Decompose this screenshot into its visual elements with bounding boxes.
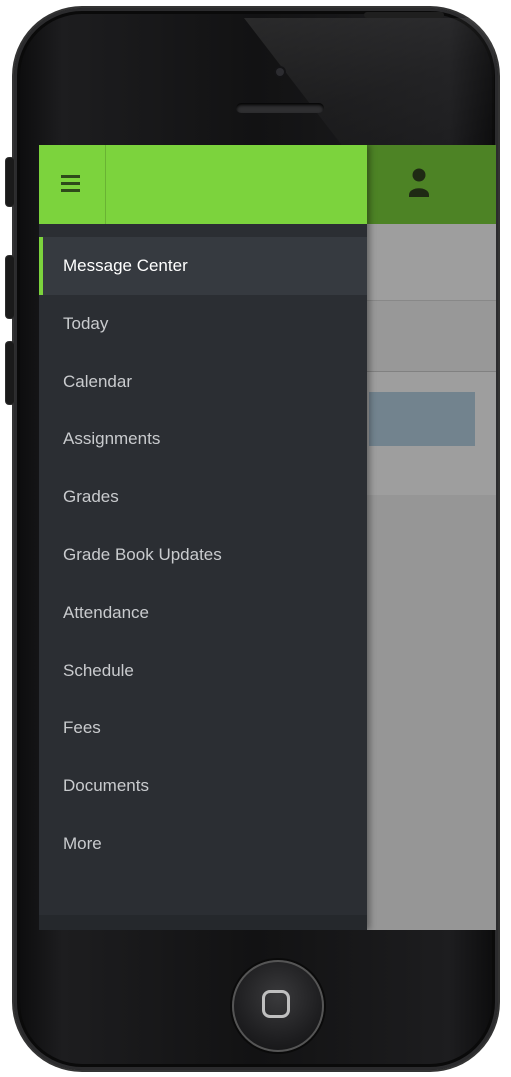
menu-bar: [61, 175, 80, 178]
menu-bar: [61, 189, 80, 192]
user-icon[interactable]: [408, 167, 430, 199]
nav-list: Message Center Today Calendar Assignment…: [39, 237, 367, 873]
nav-item-more[interactable]: More: [39, 815, 367, 873]
power-button: [364, 12, 444, 18]
drawer-header: [39, 145, 367, 224]
hamburger-menu-icon[interactable]: [39, 145, 106, 224]
nav-item-calendar[interactable]: Calendar: [39, 353, 367, 411]
nav-item-grades[interactable]: Grades: [39, 468, 367, 526]
volume-down-button: [6, 342, 14, 404]
volume-up-button: [6, 256, 14, 318]
nav-item-message-center[interactable]: Message Center: [39, 237, 367, 295]
nav-item-attendance[interactable]: Attendance: [39, 584, 367, 642]
nav-item-schedule[interactable]: Schedule: [39, 642, 367, 700]
nav-item-documents[interactable]: Documents: [39, 757, 367, 815]
front-camera-icon: [276, 68, 284, 76]
mute-switch: [6, 158, 14, 206]
home-square: [262, 990, 290, 1018]
earpiece-speaker: [236, 103, 324, 113]
menu-bar: [61, 182, 80, 185]
glare: [244, 18, 494, 148]
nav-item-assignments[interactable]: Assignments: [39, 410, 367, 468]
nav-item-today[interactable]: Today: [39, 295, 367, 353]
drawer-footer: [39, 915, 367, 930]
phone-screen: Message Center Today Calendar Assignment…: [39, 145, 496, 930]
nav-item-grade-book-updates[interactable]: Grade Book Updates: [39, 526, 367, 584]
home-button-icon[interactable]: [232, 960, 324, 1052]
nav-item-fees[interactable]: Fees: [39, 699, 367, 757]
navigation-drawer: Message Center Today Calendar Assignment…: [39, 145, 367, 930]
